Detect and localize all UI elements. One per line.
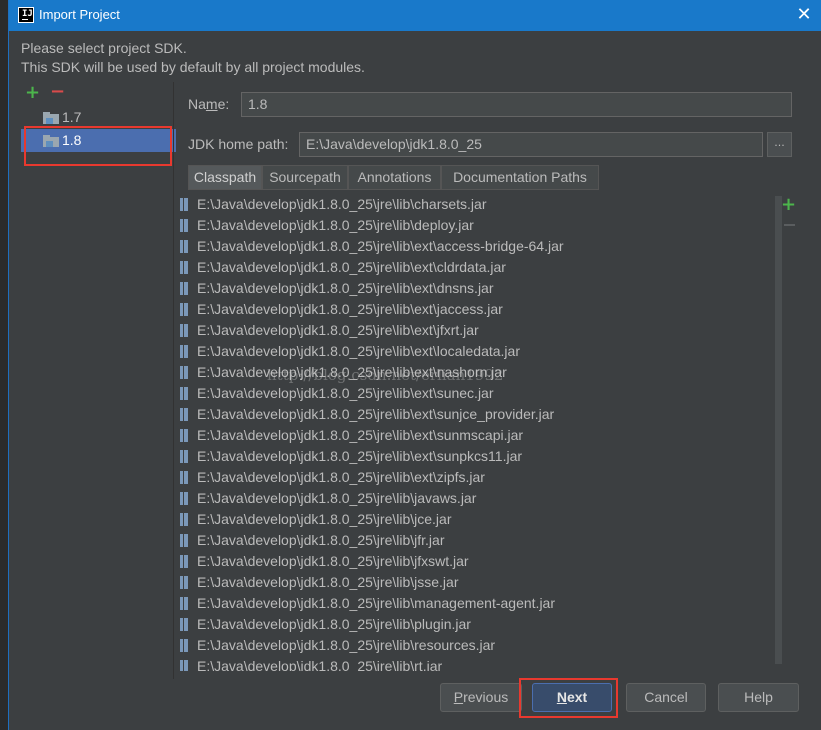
- dialog-title: Import Project: [39, 7, 120, 22]
- jar-icon: [180, 387, 188, 400]
- list-scrollbar[interactable]: [775, 196, 782, 664]
- jar-icon: [180, 534, 188, 547]
- tab-classpath[interactable]: Classpath: [188, 165, 262, 190]
- jar-icon: [180, 345, 188, 358]
- intro-line-1: Please select project SDK.: [21, 40, 187, 56]
- jar-icon: [180, 240, 188, 253]
- classpath-list[interactable]: E:\Java\develop\jdk1.8.0_25\jre\lib\char…: [178, 193, 774, 671]
- tab-sourcepath[interactable]: Sourcepath: [262, 165, 348, 190]
- jar-icon: [180, 282, 188, 295]
- add-path-button[interactable]: +: [781, 196, 796, 214]
- remove-sdk-button[interactable]: −: [50, 83, 65, 101]
- jar-icon: [180, 219, 188, 232]
- intellij-logo-icon: IJ: [18, 7, 34, 23]
- sdk-list-panel: + − 1.7 1.8: [21, 82, 176, 679]
- panel-divider: [173, 82, 174, 679]
- tab-documentation-paths[interactable]: Documentation Paths: [441, 165, 599, 190]
- jar-icon: [180, 471, 188, 484]
- jdk-home-input[interactable]: E:\Java\develop\jdk1.8.0_25: [299, 132, 763, 157]
- jar-icon: [180, 513, 188, 526]
- annotation-highlight-next: [519, 678, 618, 718]
- jar-icon: [180, 618, 188, 631]
- jar-icon: [180, 597, 188, 610]
- jdk-home-label: JDK home path:: [188, 136, 289, 152]
- import-project-dialog: IJ Import Project ✕ Please select projec…: [8, 0, 821, 730]
- folder-icon: [43, 112, 59, 124]
- name-label: Name:: [188, 96, 230, 112]
- jar-icon: [180, 303, 188, 316]
- add-sdk-button[interactable]: +: [25, 84, 40, 102]
- title-bar[interactable]: IJ Import Project ✕: [9, 0, 821, 31]
- intro-text: Please select project SDK. This SDK will…: [21, 39, 365, 77]
- jar-icon: [180, 261, 188, 274]
- jar-icon: [180, 408, 188, 421]
- tab-annotations[interactable]: Annotations: [348, 165, 441, 190]
- help-button[interactable]: Help: [718, 683, 799, 712]
- jar-icon: [180, 639, 188, 652]
- previous-button[interactable]: Previous: [440, 683, 522, 712]
- intro-line-2: This SDK will be used by default by all …: [21, 59, 365, 75]
- jar-icon: [180, 576, 188, 589]
- jar-icon: [180, 450, 188, 463]
- jar-icon: [180, 492, 188, 505]
- jar-icon: [180, 366, 188, 379]
- name-input[interactable]: 1.8: [241, 92, 792, 117]
- jar-icon: [180, 660, 188, 671]
- jar-icon: [180, 324, 188, 337]
- jar-icon: [180, 555, 188, 568]
- close-icon[interactable]: ✕: [794, 5, 814, 25]
- cancel-button[interactable]: Cancel: [626, 683, 706, 712]
- browse-button[interactable]: ...: [767, 132, 792, 157]
- remove-path-button[interactable]: [784, 224, 795, 226]
- jar-icon: [180, 198, 188, 211]
- annotation-highlight-sdk: [24, 126, 172, 166]
- jar-icon: [180, 429, 188, 442]
